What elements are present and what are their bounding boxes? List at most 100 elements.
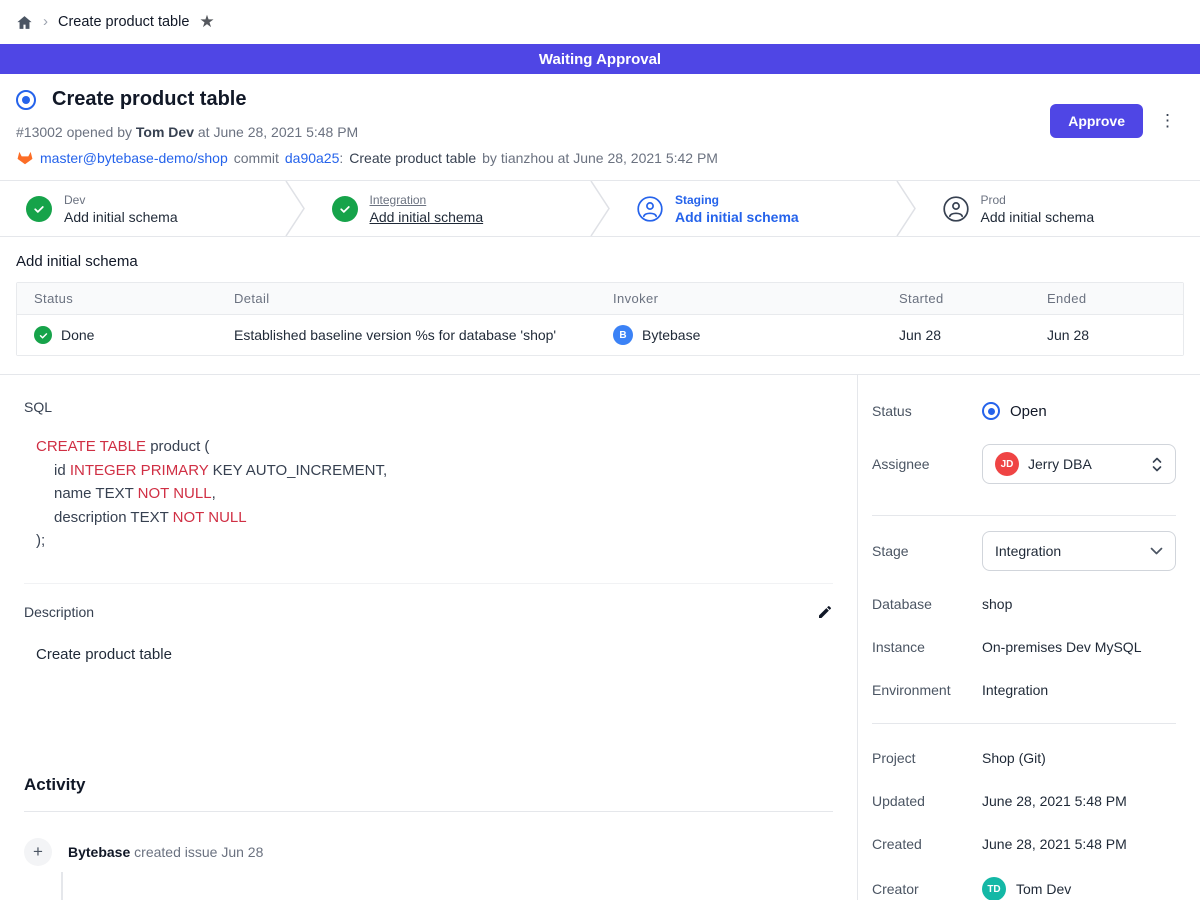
activity-action: created issue [134,844,217,860]
sql-line: CREATE TABLE product ( [36,435,833,459]
status-value: Open [1010,403,1047,420]
stage-task-label: Add initial schema [370,209,484,225]
stage-prod[interactable]: Prod Add initial schema [917,181,1200,236]
task-invoker: Bytebase [642,327,700,343]
column-invoker: Invoker [613,291,899,306]
status-row: Status Open [872,401,1176,421]
stage-row: Stage Integration [872,531,1176,571]
commit-hash-link[interactable]: da90a25 [285,150,340,166]
created-row: Created June 28, 2021 5:48 PM [872,834,1176,854]
task-done-check-icon [34,326,52,344]
chevron-down-icon [1150,547,1163,555]
updated-row: Updated June 28, 2021 5:48 PM [872,791,1176,811]
home-icon[interactable] [16,14,33,31]
stage-dev[interactable]: Dev Add initial schema [0,181,284,236]
project-row: Project Shop (Git) [872,748,1176,768]
pipeline-stage-bar: Dev Add initial schema Integration Add i… [0,180,1200,237]
stage-done-check-icon [26,196,52,222]
commit-word: commit [234,150,279,166]
task-section: Add initial schema Status Detail Invoker… [0,237,1200,374]
database-value: shop [982,596,1012,612]
content-row: SQL CREATE TABLE product ( id INTEGER PR… [0,374,1200,900]
sql-label: SQL [24,399,833,415]
main-column: SQL CREATE TABLE product ( id INTEGER PR… [0,375,858,900]
sql-line: name TEXT NOT NULL, [36,482,833,506]
activity-timeline-line [61,872,63,900]
description-label: Description [24,604,94,620]
issue-header: Create product table #13002 opened by To… [0,74,1200,180]
issue-sidebar: Status Open Assignee JD Jerry DBA [858,375,1200,900]
activity-heading: Activity [24,775,833,795]
project-label: Project [872,750,982,766]
task-heading: Add initial schema [16,253,1184,270]
divider [24,583,833,584]
open-status-icon [982,402,1000,420]
assignee-avatar: JD [995,452,1019,476]
instance-label: Instance [872,639,982,655]
issue-author: Tom Dev [136,124,194,140]
sql-code-block: CREATE TABLE product ( id INTEGER PRIMAR… [24,435,833,553]
created-value: June 28, 2021 5:48 PM [982,836,1127,852]
stage-task-label: Add initial schema [675,209,799,225]
edit-description-pencil-icon[interactable] [817,604,833,620]
task-started: Jun 28 [899,327,1047,343]
plus-icon: + [24,838,52,866]
sql-line: id INTEGER PRIMARY KEY AUTO_INCREMENT, [36,459,833,483]
stage-chevron-separator [284,181,306,236]
creator-avatar: TD [982,877,1006,900]
database-row: Database shop [872,594,1176,614]
environment-value: Integration [982,682,1048,698]
instance-value: On-premises Dev MySQL [982,639,1141,655]
issue-title: Create product table [52,88,246,111]
column-started: Started [899,291,1047,306]
database-label: Database [872,596,982,612]
activity-actor: Bytebase [68,844,130,860]
stage-task-label: Add initial schema [981,209,1095,225]
stage-task-label: Add initial schema [64,209,178,225]
issue-header-actions: Approve ⋮ [1050,88,1176,166]
stage-select[interactable]: Integration [982,531,1176,571]
waiting-approval-banner: Waiting Approval [0,44,1200,74]
approve-button[interactable]: Approve [1050,104,1143,138]
stage-staging[interactable]: Staging Add initial schema [611,181,895,236]
assignee-label: Assignee [872,456,982,472]
task-row[interactable]: Done Established baseline version %s for… [17,315,1183,355]
breadcrumb: › Create product table ★ [0,0,1200,44]
creator-row: Creator TD Tom Dev [872,877,1176,900]
more-actions-icon[interactable]: ⋮ [1159,104,1176,129]
column-status: Status [17,291,234,306]
instance-row: Instance On-premises Dev MySQL [872,637,1176,657]
stage-env-label: Dev [64,193,178,207]
stage-pending-person-icon [943,196,969,222]
divider [24,811,833,812]
vcs-commit-line: master@bytebase-demo/shop commit da90a25… [16,149,718,166]
stage-integration[interactable]: Integration Add initial schema [306,181,590,236]
banner-text: Waiting Approval [539,51,661,68]
stage-env-label: Integration [370,193,484,207]
task-ended: Jun 28 [1047,327,1183,343]
activity-date: Jun 28 [221,844,263,860]
bookmark-star-icon[interactable]: ★ [199,12,214,32]
stage-done-check-icon [332,196,358,222]
stage-value: Integration [995,543,1061,559]
sidebar-divider [872,723,1176,724]
gitlab-icon [16,149,34,166]
environment-row: Environment Integration [872,680,1176,700]
updated-value: June 28, 2021 5:48 PM [982,793,1127,809]
sql-line: description TEXT NOT NULL [36,506,833,530]
issue-id-text: #13002 opened by [16,124,132,140]
issue-header-left: Create product table #13002 opened by To… [16,88,718,166]
commit-author-time: by tianzhou at June 28, 2021 5:42 PM [482,150,718,166]
branch-repo-link[interactable]: master@bytebase-demo/shop [40,150,228,166]
invoker-avatar: B [613,325,633,345]
breadcrumb-separator: › [43,13,48,30]
creator-value: Tom Dev [1016,881,1071,897]
created-label: Created [872,836,982,852]
stage-chevron-separator [895,181,917,236]
commit-message: Create product table [349,150,476,166]
stage-env-label: Staging [675,193,799,207]
column-detail: Detail [234,291,613,306]
assignee-select[interactable]: JD Jerry DBA [982,444,1176,484]
status-label: Status [872,403,982,419]
environment-label: Environment [872,682,982,698]
